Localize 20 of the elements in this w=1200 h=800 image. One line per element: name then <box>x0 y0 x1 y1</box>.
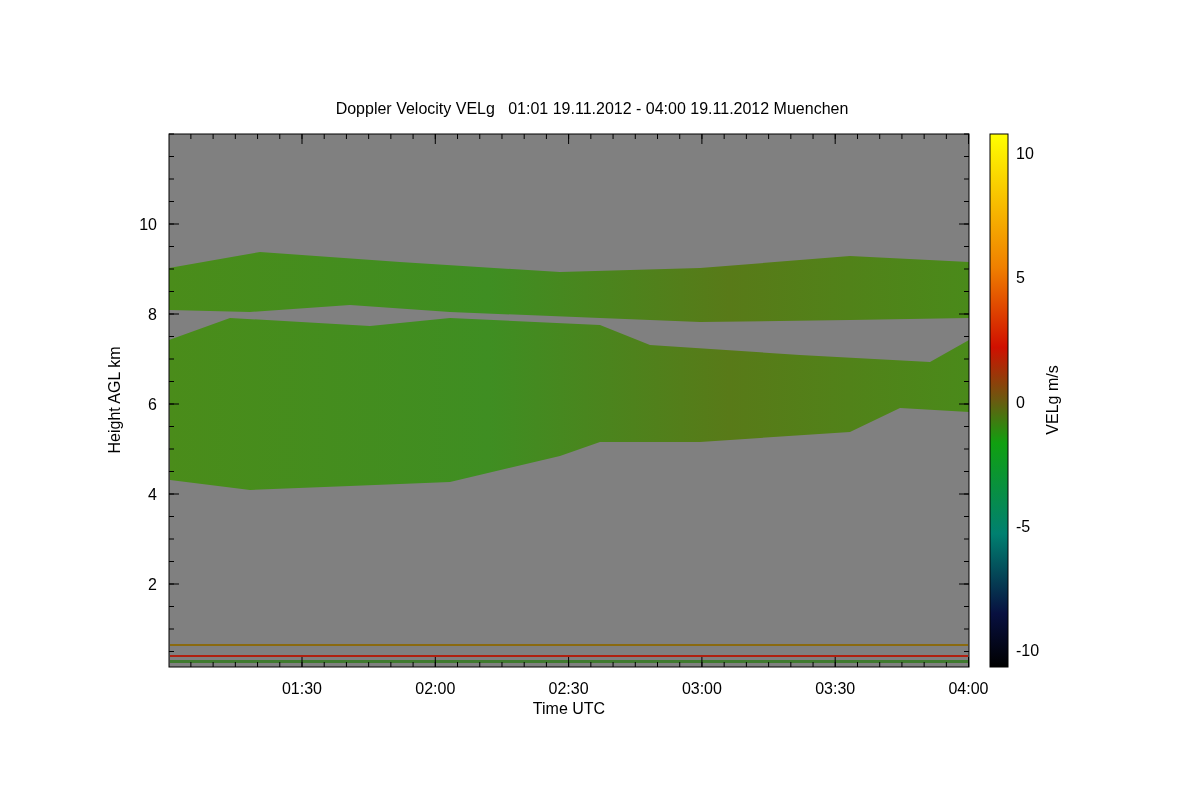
y-tick-label: 10 <box>139 216 157 233</box>
y-axis-label: Height AGL km <box>106 346 123 454</box>
y-tick-label: 8 <box>148 306 157 323</box>
x-tick-label: 03:30 <box>815 680 856 697</box>
y-tick-label: 6 <box>148 396 157 413</box>
colorbar-tick-label: -5 <box>1016 517 1031 535</box>
x-tick-label: 02:30 <box>548 680 589 697</box>
colorbar-tick-label: 0 <box>1016 393 1025 411</box>
colorbar-label: VELg m/s <box>1044 365 1061 435</box>
x-tick-label: 02:00 <box>415 680 456 697</box>
x-tick-label: 01:30 <box>282 680 322 697</box>
x-tick-label: 04:00 <box>948 680 989 697</box>
chart-title: Doppler Velocity VELg 01:01 19.11.2012 - 04:00 19.11.2012 Muenchen <box>335 100 849 117</box>
y-tick-label: 2 <box>148 576 157 593</box>
colorbar-tick-label: -10 <box>1016 642 1040 660</box>
colorbar-tick-label: 5 <box>1016 269 1025 287</box>
x-tick-label: 03:00 <box>681 680 722 697</box>
y-tick-label: 4 <box>148 486 157 503</box>
x-axis-label: Time UTC <box>532 700 606 717</box>
colorbar-tick-label: 10 <box>1016 145 1034 162</box>
